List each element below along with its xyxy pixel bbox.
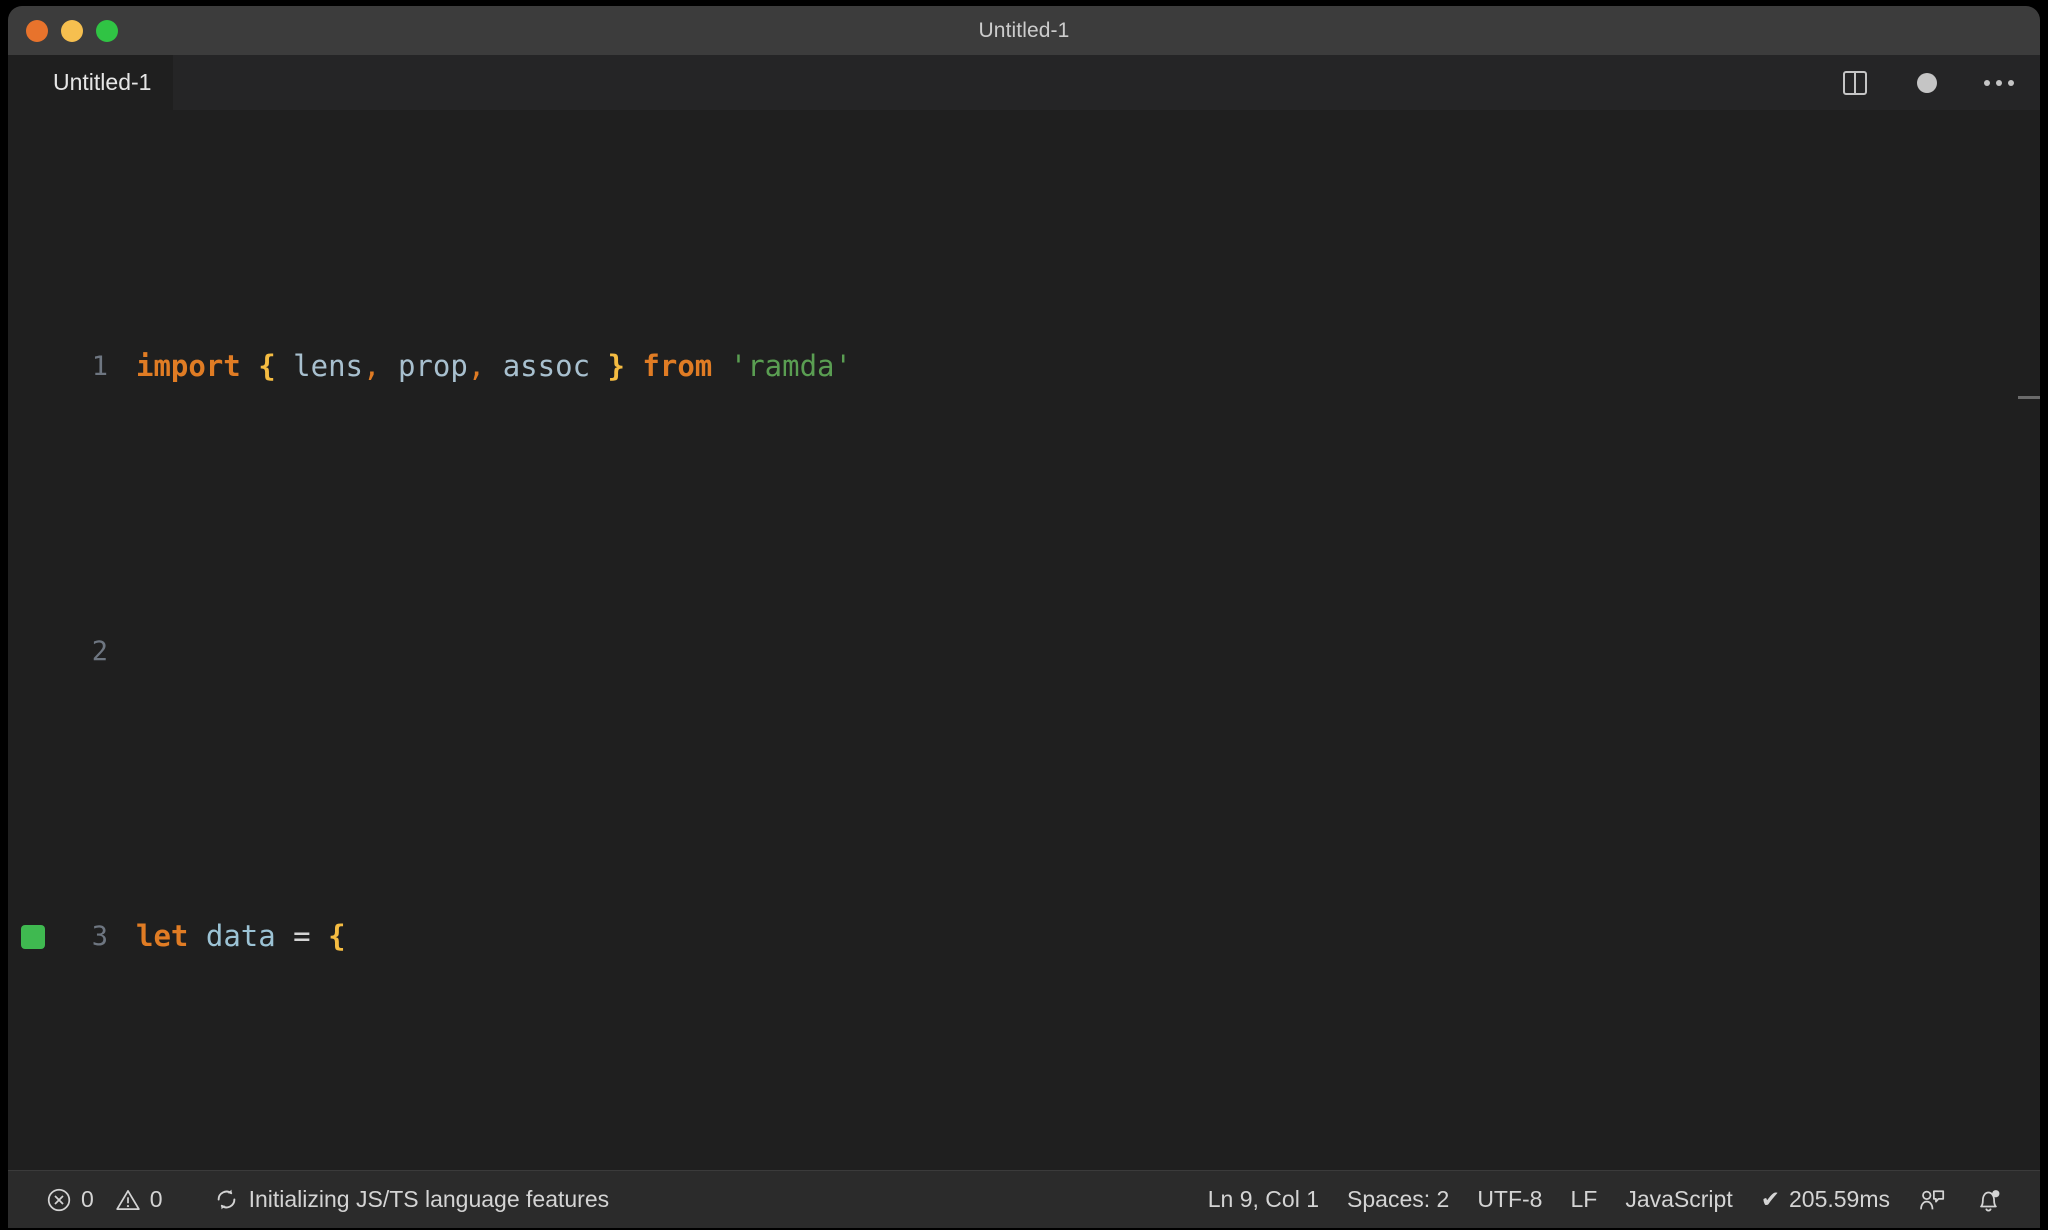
eol-label: LF (1570, 1186, 1598, 1212)
line-content[interactable]: let data = { (136, 908, 2040, 965)
window-title: Untitled-1 (978, 18, 1070, 42)
code-line[interactable]: 2 (8, 623, 2040, 680)
indentation-status[interactable]: Spaces: 2 (1333, 1178, 1463, 1222)
code-line[interactable]: 3 let data = { (8, 908, 2040, 965)
check-icon: ✔ (1760, 1186, 1780, 1212)
status-bar-left: 0 0 Initializing JS/TS language features (32, 1178, 623, 1222)
notifications-status[interactable] (1960, 1178, 2016, 1222)
maximize-window-button[interactable] (96, 19, 118, 42)
sync-spinner-icon (217, 1189, 235, 1210)
task-message: Initializing JS/TS language features (248, 1186, 610, 1212)
tab-untitled-1[interactable]: Untitled-1 (8, 55, 174, 110)
status-bar-right: Ln 9, Col 1 Spaces: 2 UTF-8 LF JavaScrip… (1194, 1178, 2016, 1222)
tab-label: Untitled-1 (53, 69, 152, 95)
cursor-position-label: Ln 9, Col 1 (1207, 1186, 1320, 1212)
token-comma-1: , (363, 349, 381, 383)
language-mode-status[interactable]: JavaScript (1611, 1178, 1746, 1222)
warning-triangle-icon (116, 1189, 140, 1210)
token-keyword-import: import (136, 349, 241, 383)
encoding-status[interactable]: UTF-8 (1463, 1178, 1556, 1222)
editor-area[interactable]: 1 import { lens, prop, assoc } from 'ram… (8, 110, 2040, 1170)
tab-bar: Untitled-1 (8, 55, 2040, 110)
status-bar: 0 0 Initializing JS/TS language features (8, 1170, 2040, 1228)
code-line[interactable]: 1 import { lens, prop, assoc } from 'ram… (8, 338, 2040, 395)
minimize-window-button[interactable] (61, 19, 83, 42)
close-window-button[interactable] (26, 19, 48, 42)
language-mode-label: JavaScript (1625, 1186, 1733, 1212)
token-operator-equals: = (293, 919, 311, 953)
unsaved-dot-icon[interactable] (1912, 68, 1942, 98)
more-actions-icon[interactable] (1984, 68, 2014, 98)
token-identifier-prop: prop (380, 349, 468, 383)
gutter-change-marker[interactable] (21, 924, 45, 949)
warning-count: 0 (149, 1186, 163, 1212)
token-identifier-lens: lens (275, 349, 364, 383)
cursor-position-status[interactable]: Ln 9, Col 1 (1194, 1178, 1333, 1222)
token-keyword-let: let (136, 919, 189, 953)
line-number: 1 (91, 351, 108, 382)
code-content[interactable]: 1 import { lens, prop, assoc } from 'ram… (8, 110, 2040, 1170)
error-count: 0 (81, 1186, 94, 1212)
token-brace-close: } (607, 349, 625, 383)
eol-status[interactable]: LF (1556, 1178, 1611, 1222)
title-bar: Untitled-1 (8, 6, 2040, 55)
indentation-label: Spaces: 2 (1347, 1186, 1450, 1212)
problems-status[interactable]: 0 0 (32, 1178, 177, 1222)
line-number: 2 (91, 636, 108, 667)
quokka-time-label: 205.59ms (1788, 1186, 1890, 1212)
token-string-ramda: 'ramda' (729, 349, 852, 383)
feedback-status[interactable] (1904, 1178, 1960, 1222)
token-comma-2: , (467, 349, 486, 383)
task-status[interactable]: Initializing JS/TS language features (199, 1178, 624, 1222)
token-identifier-assoc: assoc (485, 349, 608, 383)
token-brace-open: { (258, 349, 276, 383)
vscode-window: Untitled-1 Untitled-1 1 import { lens, p… (8, 6, 2040, 1228)
encoding-label: UTF-8 (1477, 1186, 1543, 1212)
bell-badge-icon (1980, 1189, 2000, 1211)
window-controls (26, 19, 118, 42)
token-identifier-data: data (205, 919, 276, 953)
token-keyword-from: from (642, 349, 713, 383)
token-brace-open: { (328, 919, 346, 953)
split-editor-icon[interactable] (1840, 68, 1870, 98)
editor-actions (1840, 55, 2014, 110)
feedback-person-icon (1920, 1189, 1945, 1209)
error-circle-icon (47, 1188, 71, 1211)
quokka-timing-status[interactable]: ✔ 205.59ms (1747, 1178, 1904, 1222)
line-content[interactable]: import { lens, prop, assoc } from 'ramda… (136, 338, 2040, 395)
